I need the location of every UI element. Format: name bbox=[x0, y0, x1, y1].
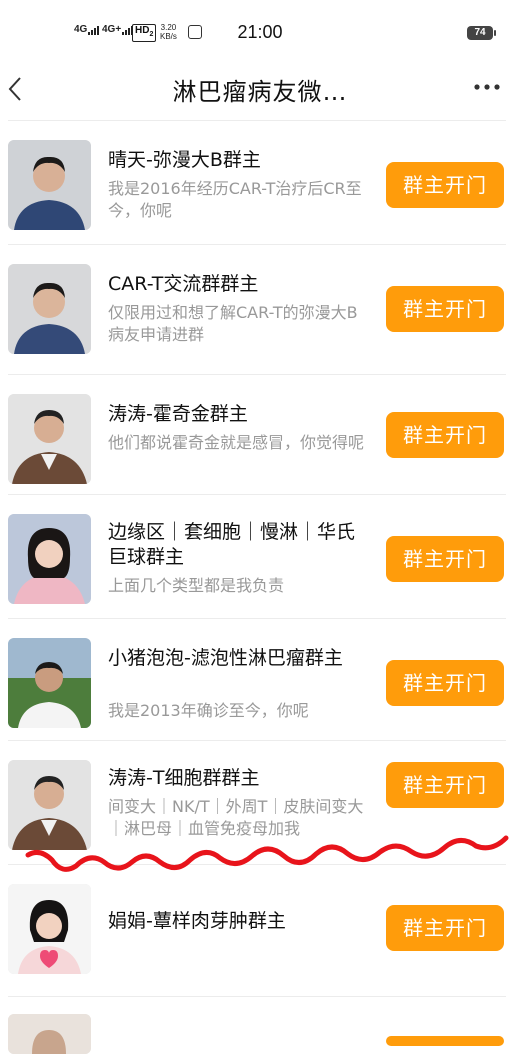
avatar bbox=[8, 514, 91, 604]
item-desc: 他们都说霍奇金就是感冒，你觉得呢 bbox=[108, 433, 365, 452]
open-group-button[interactable]: 群主开门 bbox=[386, 162, 504, 208]
item-name: 涛涛-T细胞群群主 bbox=[108, 767, 260, 789]
list-item: 边缘区｜套细胞｜慢淋｜华氏巨球群主 上面几个类型都是我负责 群主开门 bbox=[0, 494, 520, 618]
avatar bbox=[8, 1014, 91, 1054]
item-name: 娟娟-蕈样肉芽肿群主 bbox=[108, 910, 286, 932]
clock: 21:00 bbox=[237, 22, 283, 42]
item-desc: 上面几个类型都是我负责 bbox=[108, 576, 285, 595]
list-item bbox=[0, 996, 520, 1056]
page-title: 淋巴瘤病友微… bbox=[172, 78, 348, 106]
open-group-button[interactable]: 群主开门 bbox=[386, 905, 504, 951]
item-name: 晴天-弥漫大B群主 bbox=[108, 149, 261, 171]
open-group-button[interactable]: 群主开门 bbox=[386, 660, 504, 706]
status-bar: 4G 4G+ HD2 3.20 KB/s 21:00 74 bbox=[0, 0, 520, 64]
item-name: 边缘区｜套细胞｜慢淋｜华氏巨球群主 bbox=[108, 521, 356, 568]
list-item: 小猪泡泡-滤泡性淋巴瘤群主 我是2013年确诊至今，你呢 群主开门 bbox=[0, 618, 520, 740]
item-name: CAR-T交流群群主 bbox=[108, 273, 259, 295]
open-group-button[interactable]: 群主开门 bbox=[386, 536, 504, 582]
chevron-left-icon[interactable] bbox=[4, 74, 34, 104]
open-group-button[interactable]: 群主开门 bbox=[386, 412, 504, 458]
avatar bbox=[8, 638, 91, 728]
item-desc: 我是2016年经历CAR-T治疗后CR至今，你呢 bbox=[108, 179, 362, 220]
avatar bbox=[8, 140, 91, 230]
list-item: 娟娟-蕈样肉芽肿群主 群主开门 bbox=[0, 864, 520, 996]
list-item: CAR-T交流群群主 仅限用过和想了解CAR-T的弥漫大B病友申请进群 群主开门 bbox=[0, 244, 520, 374]
nav-bar: 淋巴瘤病友微… bbox=[0, 64, 520, 116]
avatar bbox=[8, 394, 91, 484]
avatar bbox=[8, 884, 91, 974]
open-group-button[interactable] bbox=[386, 1036, 504, 1046]
avatar bbox=[8, 264, 91, 354]
item-desc: 仅限用过和想了解CAR-T的弥漫大B病友申请进群 bbox=[108, 303, 358, 344]
list-item: 涛涛-T细胞群群主 间变大｜NK/T｜外周T｜皮肤间变大｜淋巴母｜血管免疫母加我… bbox=[0, 740, 520, 864]
item-desc: 我是2013年确诊至今，你呢 bbox=[108, 701, 309, 720]
item-name: 小猪泡泡-滤泡性淋巴瘤群主 bbox=[108, 647, 343, 669]
open-group-button[interactable]: 群主开门 bbox=[386, 762, 504, 808]
group-list: 晴天-弥漫大B群主 我是2016年经历CAR-T治疗后CR至今，你呢 群主开门 … bbox=[0, 120, 520, 1056]
list-item: 晴天-弥漫大B群主 我是2016年经历CAR-T治疗后CR至今，你呢 群主开门 bbox=[0, 120, 520, 244]
item-desc: 间变大｜NK/T｜外周T｜皮肤间变大｜淋巴母｜血管免疫母加我 bbox=[108, 797, 364, 838]
open-group-button[interactable]: 群主开门 bbox=[386, 286, 504, 332]
list-item: 涛涛-霍奇金群主 他们都说霍奇金就是感冒，你觉得呢 群主开门 bbox=[0, 374, 520, 494]
battery-icon: 74 bbox=[467, 26, 496, 40]
item-name: 涛涛-霍奇金群主 bbox=[108, 403, 248, 425]
more-dots-icon[interactable] bbox=[472, 79, 508, 99]
avatar bbox=[8, 760, 91, 850]
